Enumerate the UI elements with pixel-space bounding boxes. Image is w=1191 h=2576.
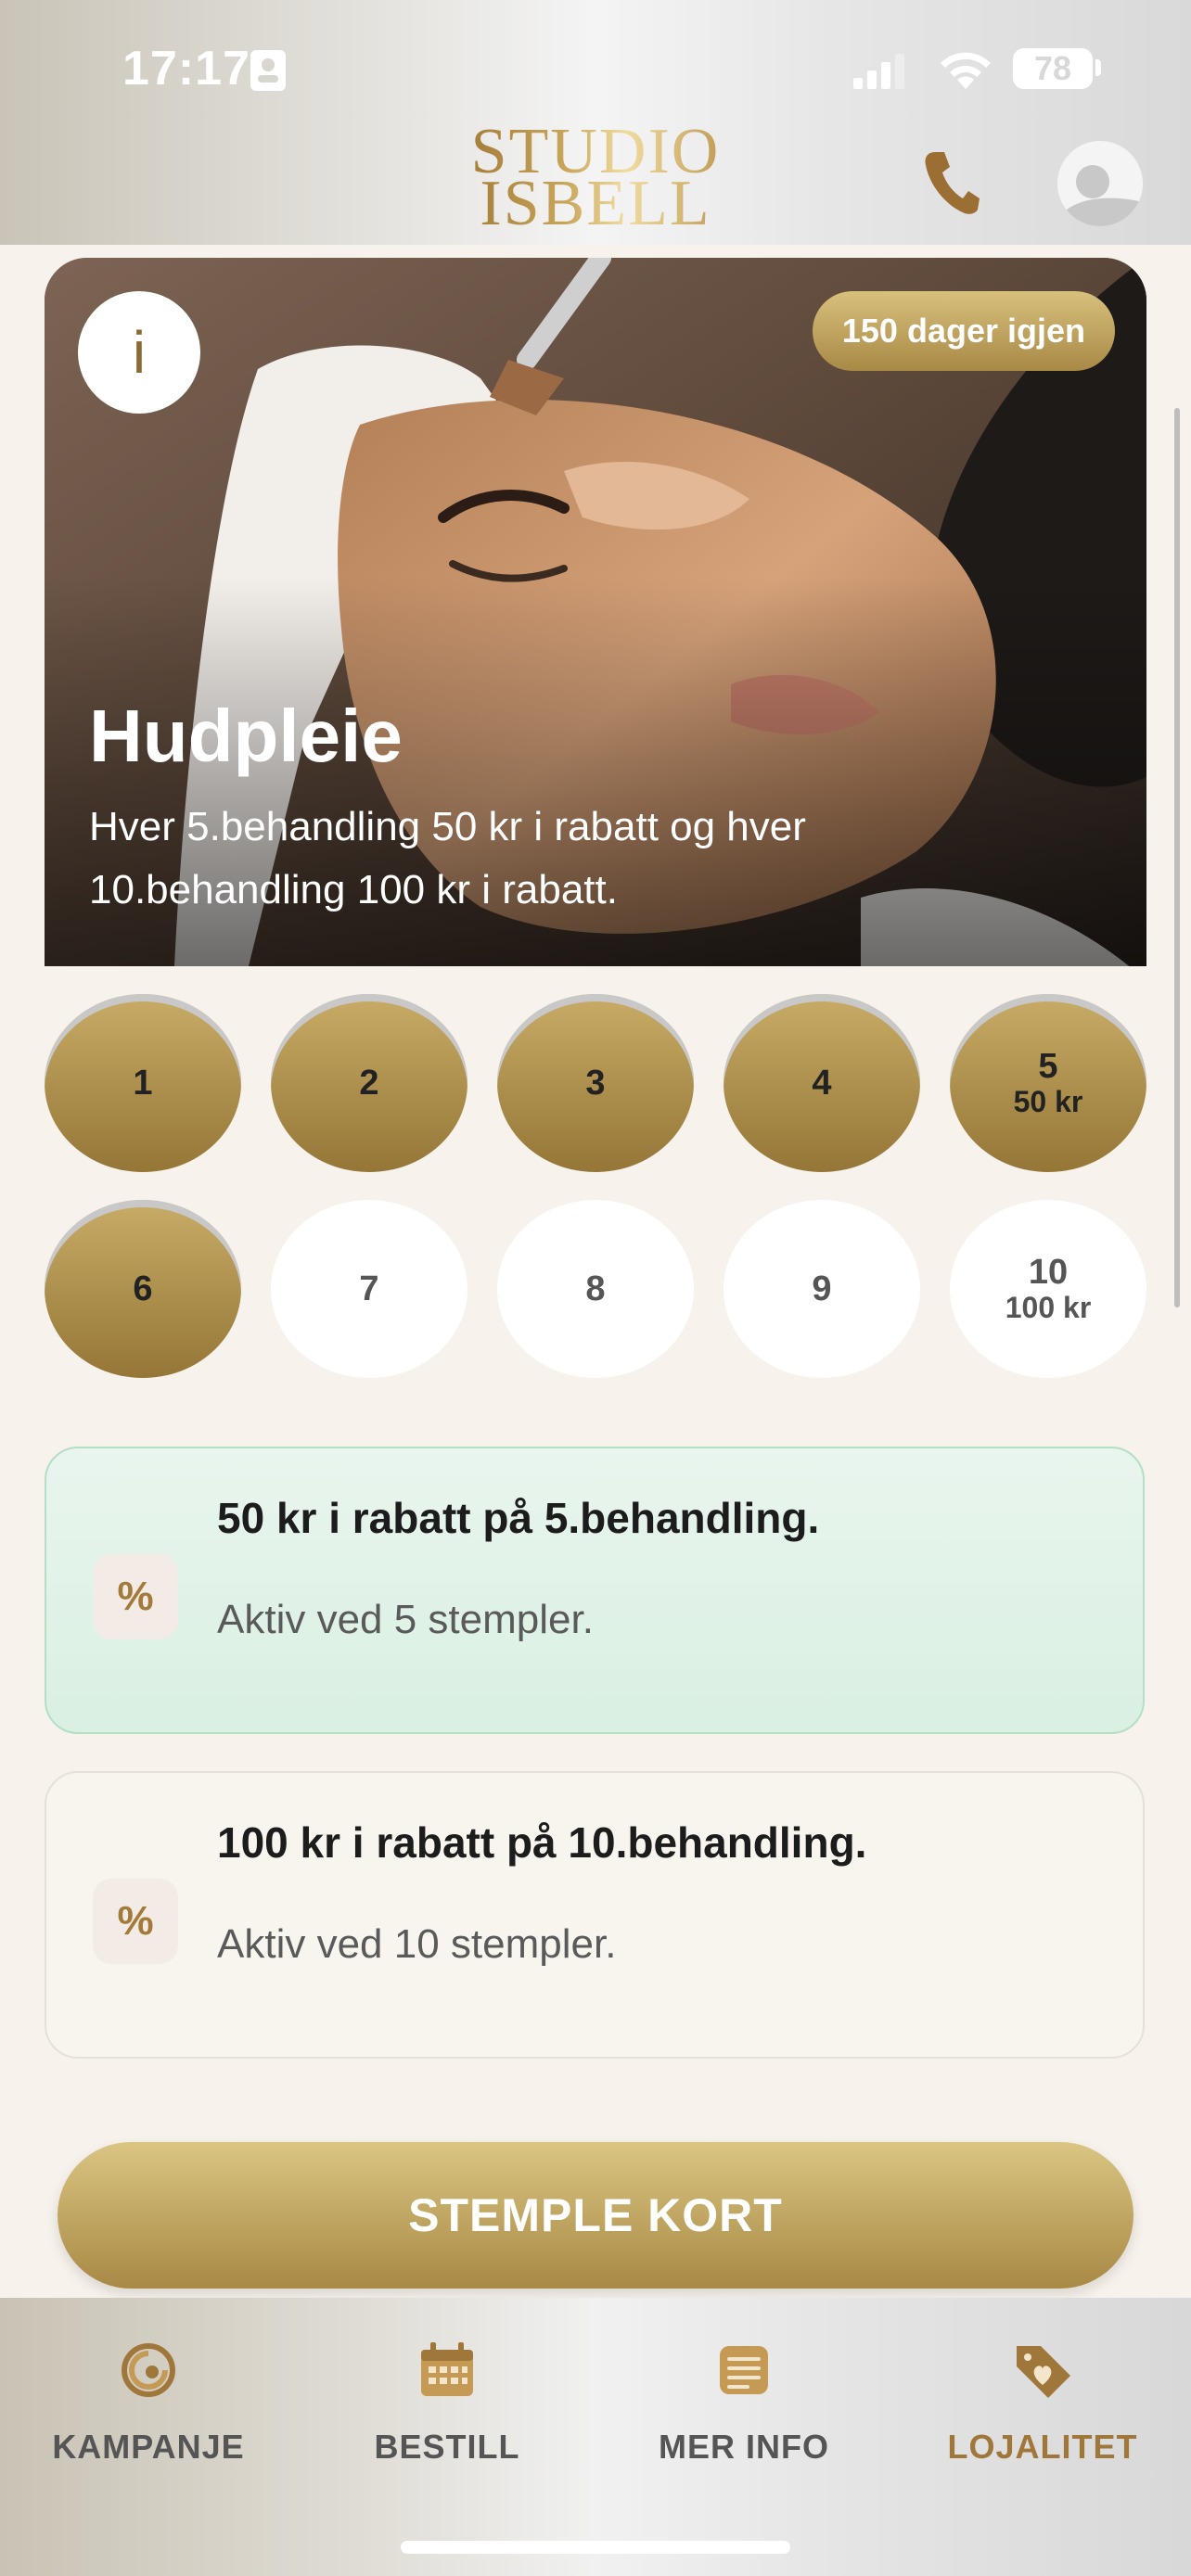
- stamp-grid: 1 2 3 4 5 50 kr 6 7 8 9 10 100 kr: [45, 994, 1146, 1378]
- info-button[interactable]: i: [78, 291, 200, 414]
- card-title: Hudpleie: [89, 695, 403, 777]
- stamp-4: 4: [724, 994, 920, 1172]
- tab-bestill[interactable]: BESTILL: [317, 2340, 577, 2467]
- stamp-7: 7: [271, 1200, 467, 1378]
- stamp-10: 10 100 kr: [950, 1200, 1146, 1378]
- stamp-9: 9: [724, 1200, 920, 1378]
- loyalty-card-hero: i 150 dager igjen Hudpleie Hver 5.behand…: [45, 258, 1146, 966]
- percent-icon: %: [93, 1879, 178, 1964]
- stamp-reward: 100 kr: [1005, 1291, 1092, 1324]
- stamp-8: 8: [497, 1200, 694, 1378]
- reward-subtitle: Aktiv ved 10 stempler.: [217, 1921, 617, 1967]
- stamp-5: 5 50 kr: [950, 994, 1146, 1172]
- stamp-3: 3: [497, 994, 694, 1172]
- app-header: 17:17 78 STUDIO ISBELL: [0, 0, 1191, 245]
- stamp-reward: 50 kr: [1013, 1085, 1083, 1118]
- reward-card-10[interactable]: % 100 kr i rabatt på 10.behandling. Akti…: [45, 1771, 1145, 2059]
- stamp-card-button[interactable]: STEMPLE KORT: [58, 2142, 1133, 2289]
- stamp-number: 9: [812, 1269, 832, 1308]
- contact-card-icon: [250, 50, 286, 91]
- home-indicator: [401, 2541, 790, 2554]
- reward-title: 100 kr i rabatt på 10.behandling.: [217, 1818, 867, 1867]
- heart-tag-icon: [1017, 2346, 1070, 2398]
- user-silhouette-icon: [1057, 141, 1143, 226]
- stamp-number: 1: [133, 1064, 153, 1103]
- stamp-number: 3: [585, 1064, 606, 1103]
- tab-label: BESTILL: [374, 2428, 520, 2466]
- days-remaining-badge: 150 dager igjen: [812, 291, 1115, 371]
- wifi-icon: [941, 52, 991, 89]
- reward-subtitle: Aktiv ved 5 stempler.: [217, 1597, 594, 1642]
- stamp-number: 6: [133, 1269, 153, 1308]
- tab-lojalitet[interactable]: LOJALITET: [913, 2340, 1172, 2467]
- bottom-tab-bar: KAMPANJE BESTILL MER INFO LOJALITET: [0, 2298, 1191, 2576]
- stamp-number: 7: [359, 1269, 379, 1308]
- stamp-number: 4: [812, 1064, 832, 1103]
- tab-label: MER INFO: [659, 2428, 829, 2466]
- tab-label: KAMPANJE: [52, 2428, 245, 2466]
- battery-indicator: 78: [1013, 48, 1093, 89]
- calendar-icon: [421, 2342, 473, 2396]
- tab-label: LOJALITET: [947, 2428, 1138, 2466]
- tab-mer-info[interactable]: MER INFO: [614, 2340, 874, 2467]
- stamp-number: 10: [1028, 1253, 1069, 1292]
- stamp-2: 2: [271, 994, 467, 1172]
- battery-tip: [1095, 59, 1101, 76]
- stamp-6: 6: [45, 1200, 241, 1378]
- reward-card-5[interactable]: % 50 kr i rabatt på 5.behandling. Aktiv …: [45, 1447, 1145, 1734]
- spiral-icon: [122, 2343, 175, 2397]
- percent-icon: %: [93, 1554, 178, 1639]
- card-description: Hver 5.behandling 50 kr i rabatt og hver…: [89, 804, 806, 912]
- stamp-number: 8: [585, 1269, 606, 1308]
- phone-icon[interactable]: [922, 148, 981, 215]
- studio-logo: STUDIO ISBELL: [445, 126, 746, 230]
- tab-kampanje[interactable]: KAMPANJE: [19, 2340, 278, 2467]
- status-time: 17:17: [122, 42, 250, 96]
- cellular-signal-icon: [853, 54, 904, 89]
- scrollbar[interactable]: [1174, 408, 1180, 1307]
- document-icon: [720, 2346, 768, 2394]
- logo-line-2: ISBELL: [480, 168, 711, 239]
- profile-avatar[interactable]: [1057, 141, 1143, 226]
- stamp-number: 2: [359, 1064, 379, 1103]
- reward-title: 50 kr i rabatt på 5.behandling.: [217, 1494, 820, 1542]
- stamp-1: 1: [45, 994, 241, 1172]
- stamp-number: 5: [1038, 1047, 1058, 1086]
